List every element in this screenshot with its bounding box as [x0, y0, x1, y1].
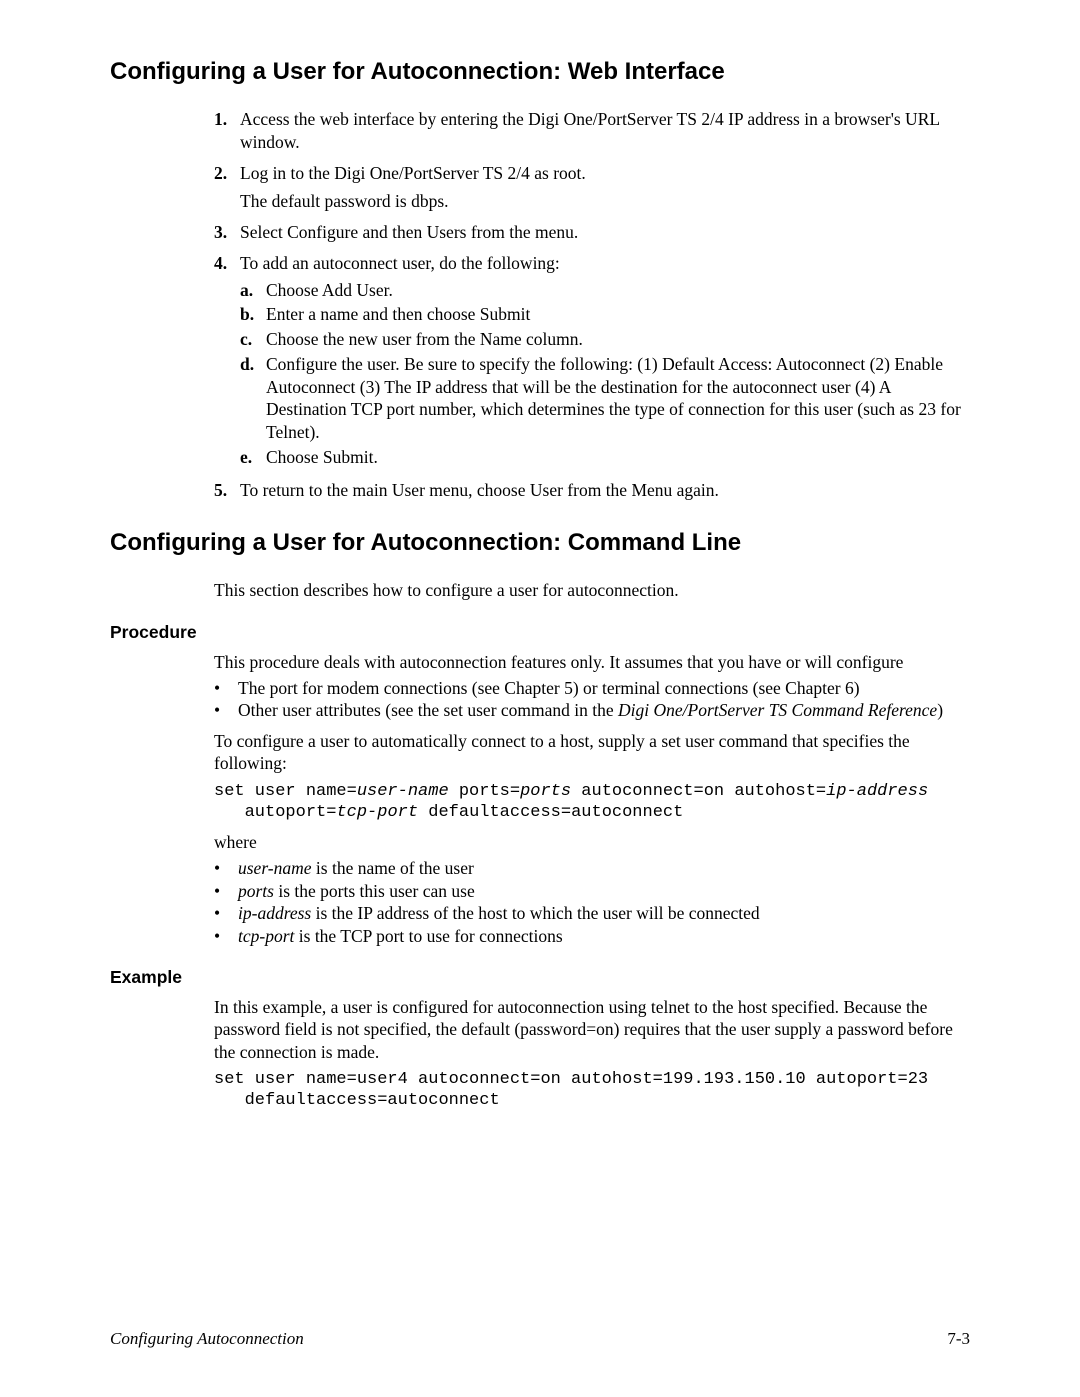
where-4: •tcp-port is the TCP port to use for con…	[214, 925, 970, 947]
step-1: 1. Access the web interface by entering …	[214, 108, 970, 154]
procedure-where: where	[214, 831, 970, 853]
procedure-code: set user name=user-name ports=ports auto…	[214, 781, 970, 824]
step-2: 2. Log in to the Digi One/PortServer TS …	[214, 162, 970, 214]
page-content: Configuring a User for Autoconnection: W…	[0, 0, 1080, 1160]
section2-title: Configuring a User for Autoconnection: C…	[110, 529, 970, 557]
procedure-heading: Procedure	[110, 622, 970, 643]
step-4b: b.Enter a name and then choose Submit	[240, 303, 970, 326]
where-2: •ports is the ports this user can use	[214, 880, 970, 902]
step-5: 5. To return to the main User menu, choo…	[214, 479, 970, 502]
step-4-sub: a.Choose Add User. b.Enter a name and th…	[240, 279, 970, 469]
procedure-bullets1: •The port for modem connections (see Cha…	[214, 677, 970, 722]
where-3: •ip-address is the IP address of the hos…	[214, 902, 970, 924]
section2-intro: This section describes how to configure …	[214, 579, 970, 601]
procedure-p1: This procedure deals with autoconnection…	[214, 651, 970, 673]
page-footer: Configuring Autoconnection 7-3	[110, 1329, 970, 1349]
step-4c: c.Choose the new user from the Name colu…	[240, 328, 970, 351]
step-4e: e.Choose Submit.	[240, 446, 970, 469]
section1-title: Configuring a User for Autoconnection: W…	[110, 58, 970, 86]
footer-right: 7-3	[947, 1329, 970, 1349]
example-code: set user name=user4 autoconnect=on autoh…	[214, 1069, 970, 1112]
procedure-block: This procedure deals with autoconnection…	[214, 651, 970, 947]
proc-bullet-2: •Other user attributes (see the set user…	[214, 699, 970, 721]
step-3: 3. Select Configure and then Users from …	[214, 221, 970, 244]
section1-steps: 1. Access the web interface by entering …	[214, 108, 970, 501]
step-2-extra: The default password is dbps.	[240, 190, 970, 213]
where-1: •user-name is the name of the user	[214, 857, 970, 879]
step-4: 4. To add an autoconnect user, do the fo…	[214, 252, 970, 471]
section2-intro-block: This section describes how to configure …	[214, 579, 970, 601]
proc-bullet-1: •The port for modem connections (see Cha…	[214, 677, 970, 699]
example-heading: Example	[110, 967, 970, 988]
step-4a: a.Choose Add User.	[240, 279, 970, 302]
footer-left: Configuring Autoconnection	[110, 1329, 304, 1349]
procedure-bullets2: •user-name is the name of the user •port…	[214, 857, 970, 947]
step-4d: d.Configure the user. Be sure to specify…	[240, 353, 970, 444]
example-p1: In this example, a user is configured fo…	[214, 996, 970, 1063]
procedure-p2: To configure a user to automatically con…	[214, 730, 970, 775]
example-block: In this example, a user is configured fo…	[214, 996, 970, 1112]
